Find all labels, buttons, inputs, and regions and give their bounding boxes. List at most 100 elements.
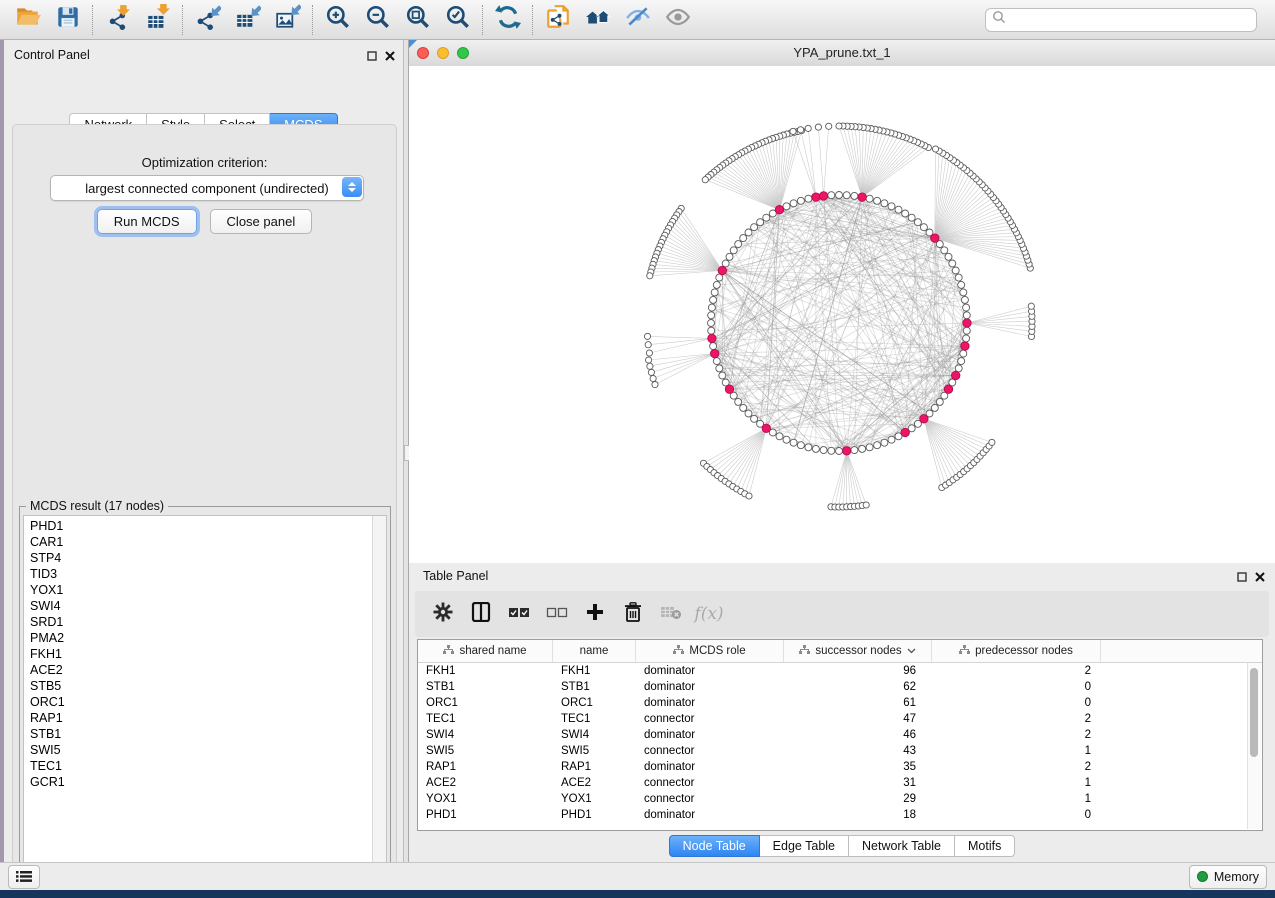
result-node[interactable]: PHD1: [24, 518, 372, 534]
tab-motifs[interactable]: Motifs: [955, 835, 1015, 857]
cell-shared-name: PHD1: [418, 809, 553, 821]
network-canvas[interactable]: [409, 66, 1275, 563]
open-file-button[interactable]: [8, 3, 48, 37]
result-node[interactable]: TEC1: [24, 758, 372, 774]
select-all-checkboxes-button[interactable]: [507, 602, 531, 626]
toolbar-separator: [482, 5, 484, 35]
table-scrollbar[interactable]: [1247, 663, 1261, 829]
result-node[interactable]: TID3: [24, 566, 372, 582]
column-header-name[interactable]: name: [553, 640, 636, 662]
close-panel-button[interactable]: Close panel: [210, 209, 313, 234]
cell-mcds-role: connector: [636, 745, 784, 757]
hide-selected-button[interactable]: [618, 3, 658, 37]
import-table-button[interactable]: [138, 3, 178, 37]
result-node[interactable]: RAP1: [24, 710, 372, 726]
table-toolbar: f(x): [415, 591, 1269, 637]
network-titlebar[interactable]: YPA_prune.txt_1: [409, 40, 1275, 67]
duplicate-network-button[interactable]: [538, 3, 578, 37]
add-row-button[interactable]: [583, 602, 607, 626]
column-label: shared name: [459, 645, 526, 657]
run-mcds-button[interactable]: Run MCDS: [97, 209, 197, 234]
save-session-button[interactable]: [48, 3, 88, 37]
result-node[interactable]: STP4: [24, 550, 372, 566]
export-image-button[interactable]: [268, 3, 308, 37]
deselect-all-checkboxes-icon: [546, 605, 568, 624]
result-node[interactable]: SWI5: [24, 742, 372, 758]
close-panel-icon[interactable]: [385, 48, 395, 66]
table-row[interactable]: YOX1YOX1connector291: [418, 791, 1262, 807]
control-panel-header: Control Panel: [4, 40, 403, 68]
mcds-result-scrollbar[interactable]: [372, 516, 386, 871]
first-neighbors-button[interactable]: [578, 3, 618, 37]
table-row[interactable]: STB1STB1dominator620: [418, 679, 1262, 695]
table-row[interactable]: SWI4SWI4dominator462: [418, 727, 1262, 743]
cell-successor-nodes: 61: [784, 697, 932, 709]
cell-predecessor-nodes: 0: [932, 809, 1101, 821]
settings-gear-button[interactable]: [431, 602, 455, 626]
cell-successor-nodes: 96: [784, 665, 932, 677]
column-header-shared-name[interactable]: shared name: [418, 640, 553, 662]
export-network-button[interactable]: [188, 3, 228, 37]
show-all-button[interactable]: [658, 3, 698, 37]
tab-edge-table[interactable]: Edge Table: [760, 835, 849, 857]
table-row[interactable]: TEC1TEC1connector472: [418, 711, 1262, 727]
refresh-network-button[interactable]: [488, 3, 528, 37]
delete-row-button[interactable]: [621, 602, 645, 626]
column-header-successor-nodes[interactable]: successor nodes: [784, 640, 932, 662]
result-node[interactable]: FKH1: [24, 646, 372, 662]
table-row[interactable]: PHD1PHD1dominator180: [418, 807, 1262, 823]
table-row[interactable]: ORC1ORC1dominator610: [418, 695, 1262, 711]
float-table-panel-icon[interactable]: [1237, 569, 1247, 587]
close-table-panel-icon[interactable]: [1255, 569, 1265, 587]
zoom-selected-button[interactable]: [438, 3, 478, 37]
export-table-icon: [235, 4, 261, 35]
table-scrollbar-thumb[interactable]: [1250, 668, 1258, 757]
float-panel-icon[interactable]: [367, 48, 377, 66]
result-node[interactable]: SRD1: [24, 614, 372, 630]
table-row[interactable]: FKH1FKH1dominator962: [418, 663, 1262, 679]
cell-successor-nodes: 43: [784, 745, 932, 757]
result-node[interactable]: ACE2: [24, 662, 372, 678]
node-table[interactable]: shared name nameMCDS rolesuccessor nodesp…: [417, 639, 1263, 831]
deselect-all-checkboxes-button[interactable]: [545, 602, 569, 626]
import-network-button[interactable]: [98, 3, 138, 37]
result-node[interactable]: STB5: [24, 678, 372, 694]
tab-network-table[interactable]: Network Table: [849, 835, 955, 857]
result-node[interactable]: PMA2: [24, 630, 372, 646]
table-row[interactable]: ACE2ACE2connector311: [418, 775, 1262, 791]
result-node[interactable]: SWI4: [24, 598, 372, 614]
mcds-result-list[interactable]: PHD1CAR1STP4TID3YOX1SWI4SRD1PMA2FKH1ACE2…: [23, 515, 387, 872]
optimization-criterion-label: Optimization criterion:: [13, 155, 396, 170]
table-row[interactable]: RAP1RAP1dominator352: [418, 759, 1262, 775]
column-header-predecessor-nodes[interactable]: predecessor nodes: [932, 640, 1101, 662]
search-input[interactable]: [1010, 12, 1250, 28]
delete-table-button: [659, 602, 683, 626]
first-neighbors-icon: [585, 4, 611, 35]
zoom-out-button[interactable]: [358, 3, 398, 37]
show-columns-button[interactable]: [469, 602, 493, 626]
function-builder-icon: f(x): [694, 604, 723, 624]
cell-name: TEC1: [553, 713, 636, 725]
task-history-button[interactable]: [8, 865, 40, 889]
cell-mcds-role: connector: [636, 713, 784, 725]
column-header-MCDS-role[interactable]: MCDS role: [636, 640, 784, 662]
cell-mcds-role: connector: [636, 777, 784, 789]
zoom-fit-button[interactable]: [398, 3, 438, 37]
result-node[interactable]: CAR1: [24, 534, 372, 550]
memory-status-dot: [1197, 871, 1208, 882]
result-node[interactable]: GCR1: [24, 774, 372, 790]
zoom-in-button[interactable]: [318, 3, 358, 37]
memory-button[interactable]: Memory: [1189, 865, 1267, 889]
table-row[interactable]: SWI5SWI5connector431: [418, 743, 1262, 759]
result-node[interactable]: STB1: [24, 726, 372, 742]
mcds-result-title: MCDS result (17 nodes): [26, 499, 168, 513]
optimization-criterion-select[interactable]: largest connected component (undirected): [50, 175, 364, 201]
result-node[interactable]: YOX1: [24, 582, 372, 598]
search-box[interactable]: [985, 8, 1257, 32]
export-table-button[interactable]: [228, 3, 268, 37]
result-node[interactable]: ORC1: [24, 694, 372, 710]
tab-node-table[interactable]: Node Table: [669, 835, 760, 857]
cell-name: STB1: [553, 681, 636, 693]
cell-predecessor-nodes: 1: [932, 745, 1101, 757]
hide-selected-icon: [625, 4, 651, 35]
